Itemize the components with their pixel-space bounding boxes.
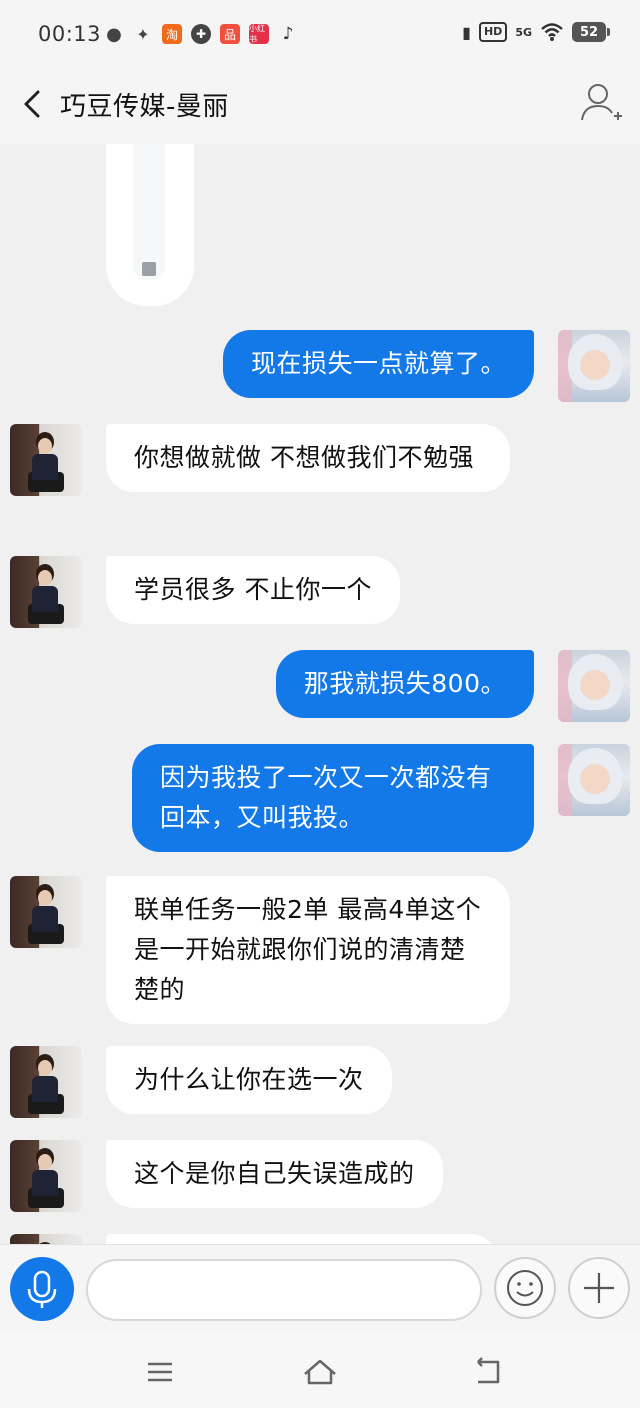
- taobao-icon: 淘: [162, 24, 182, 44]
- self-avatar[interactable]: [558, 650, 630, 722]
- shared-card[interactable]: 群组: [106, 144, 194, 306]
- message-bubble-received[interactable]: 你想做就做 不想做我们不勉强: [106, 424, 510, 492]
- microphone-icon: [27, 1270, 57, 1308]
- smiley-icon: [507, 1270, 543, 1306]
- status-bar: 00:13 ● ✦ 淘 ✚ 品 小红书 ♪ ▮ HD 5G 52: [0, 0, 640, 68]
- home-icon[interactable]: [300, 1352, 340, 1392]
- contact-avatar[interactable]: [10, 556, 82, 628]
- emoji-button[interactable]: [494, 1257, 556, 1319]
- wechat-icon: ●: [106, 23, 122, 45]
- contact-avatar[interactable]: [10, 1140, 82, 1212]
- chat-area[interactable]: 群组 现在损失一点就算了。 你想做就做 不想做我们不勉强 学员很多 不止你一个 …: [0, 144, 640, 1244]
- tiktok-icon: ♪: [282, 24, 294, 44]
- compass-icon: ✚: [191, 24, 211, 44]
- contact-avatar[interactable]: [10, 1234, 82, 1244]
- self-avatar[interactable]: [558, 330, 630, 402]
- network-label: 5G: [515, 25, 532, 39]
- self-avatar[interactable]: [558, 744, 630, 816]
- voice-button[interactable]: [10, 1257, 74, 1321]
- message-bubble-received-partial[interactable]: [106, 1234, 498, 1244]
- message-bubble-received[interactable]: 联单任务一般2单 最高4单这个是一开始就跟你们说的清清楚楚的: [106, 876, 510, 1024]
- add-contact-icon[interactable]: [578, 80, 624, 126]
- document-icon: [142, 262, 156, 276]
- app-icon: 品: [220, 24, 240, 44]
- xiaohongshu-icon: 小红书: [249, 24, 269, 44]
- hd-badge: HD: [478, 22, 508, 42]
- wifi-icon: [541, 23, 563, 41]
- back-icon[interactable]: [14, 84, 54, 124]
- more-button[interactable]: [568, 1257, 630, 1319]
- status-right: ▮ HD 5G 52: [462, 22, 610, 42]
- plus-icon: [584, 1273, 614, 1303]
- message-bubble-received[interactable]: 为什么让你在选一次: [106, 1046, 392, 1114]
- system-nav-bar: [0, 1332, 640, 1408]
- contact-avatar[interactable]: [10, 424, 82, 496]
- shared-card-preview: [133, 144, 165, 280]
- message-bubble-received[interactable]: 这个是你自己失误造成的: [106, 1140, 443, 1208]
- message-input[interactable]: [86, 1259, 482, 1321]
- contact-avatar[interactable]: [10, 1046, 82, 1118]
- message-bubble-sent[interactable]: 那我就损失800。: [275, 650, 534, 718]
- message-bubble-received[interactable]: 学员很多 不止你一个: [106, 556, 400, 624]
- alipay-icon: ✦: [136, 24, 150, 44]
- notification-icons: ● ✦ 淘 ✚ 品 小红书 ♪: [104, 23, 298, 45]
- vibrate-icon: ▮: [462, 22, 471, 42]
- battery-indicator: 52: [572, 22, 610, 42]
- chat-title: 巧豆传媒-曼丽: [60, 92, 229, 122]
- message-bubble-sent[interactable]: 因为我投了一次又一次都没有回本，又叫我投。: [132, 744, 534, 852]
- chat-header: 巧豆传媒-曼丽: [0, 68, 640, 144]
- status-time: 00:13: [38, 22, 102, 46]
- contact-avatar[interactable]: [10, 876, 82, 948]
- message-bubble-sent[interactable]: 现在损失一点就算了。: [222, 330, 534, 398]
- input-bar: [0, 1244, 640, 1332]
- back-nav-icon[interactable]: [468, 1352, 508, 1392]
- menu-icon[interactable]: [140, 1352, 180, 1392]
